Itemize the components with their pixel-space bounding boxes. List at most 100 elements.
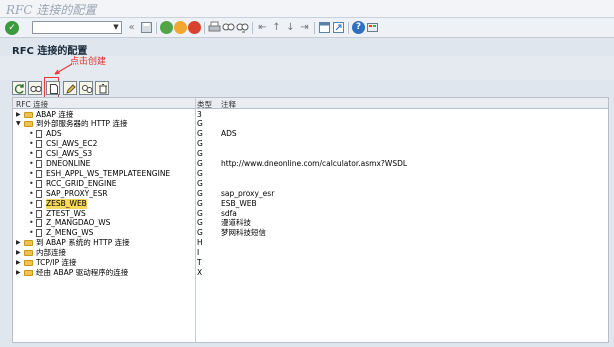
node-comment: 漫道科技: [221, 218, 251, 228]
new-session-icon[interactable]: [318, 21, 331, 34]
tree-folder-node[interactable]: ▶ 内部连接 I: [13, 248, 608, 258]
node-label: Z_MANGDAO_WS: [46, 218, 111, 228]
node-type: H: [197, 238, 203, 248]
node-type: G: [197, 159, 203, 168]
next-page-icon[interactable]: ↓: [284, 21, 297, 34]
node-comment: 梦网科技短信: [221, 228, 266, 238]
expand-right-icon[interactable]: ▶: [16, 248, 21, 258]
shortcut-icon[interactable]: [332, 21, 345, 34]
help-icon[interactable]: ?: [352, 21, 365, 34]
document-icon: [36, 169, 42, 178]
document-icon: [36, 140, 42, 149]
node-label: CSI_AWS_S3: [46, 149, 93, 159]
window-title: RFC 连接的配置: [6, 3, 97, 17]
node-type: G: [197, 119, 203, 129]
command-field[interactable]: ▼: [32, 21, 122, 34]
tree-folder-node[interactable]: ▶ 到 ABAP 系统的 HTTP 连接 H: [13, 238, 608, 248]
column-header-comment[interactable]: 注释: [221, 99, 236, 110]
find-next-icon[interactable]: [236, 21, 249, 34]
expand-right-icon[interactable]: ▶: [16, 258, 21, 268]
tree-folder-node[interactable]: ▼ 到外部服务器的 HTTP 连接 G: [13, 119, 608, 129]
tree-leaf-node[interactable]: • Z_MENG_WS G 梦网科技短信: [13, 228, 608, 238]
tree-leaf-node[interactable]: • ZESB_WEB G ESB_WEB: [13, 198, 608, 209]
node-type: I: [197, 248, 200, 258]
exit-icon[interactable]: [174, 21, 187, 34]
back-icon[interactable]: «: [125, 21, 138, 34]
node-comment: sap_proxy_esr: [221, 188, 275, 198]
document-icon: [36, 229, 42, 238]
chevron-down-icon[interactable]: ▼: [111, 22, 121, 33]
bullet-icon: •: [29, 178, 34, 188]
node-type: G: [197, 218, 203, 228]
tree-folder-node[interactable]: ▶ ABAP 连接 3: [13, 110, 608, 120]
toolbar-divider: [252, 22, 253, 34]
standard-toolbar: ✓ ▼ « ⇤ ↑ ↓ ⇥ ?: [0, 18, 614, 38]
node-comment: sdfa: [221, 208, 237, 218]
column-header-type[interactable]: 类型: [197, 99, 212, 110]
find-icon[interactable]: [222, 21, 235, 34]
tree-leaf-node[interactable]: • ZTEST_WS Gsdfa: [13, 209, 608, 219]
node-type: G: [197, 188, 203, 198]
column-header-rfc-connection[interactable]: RFC 连接: [16, 99, 48, 110]
tree-leaf-node[interactable]: • RCC_GRID_ENGINE G: [13, 179, 608, 189]
ok-icon[interactable]: ✓: [5, 21, 19, 35]
toolbar-divider: [204, 22, 205, 34]
tree-leaf-node[interactable]: • SAP_PROXY_ESR Gsap_proxy_esr: [13, 189, 608, 199]
folder-icon: [24, 111, 33, 118]
bullet-icon: •: [29, 218, 34, 228]
save-icon[interactable]: [140, 21, 153, 34]
node-type: T: [197, 258, 202, 267]
expand-right-icon[interactable]: ▶: [16, 110, 21, 120]
node-type: G: [197, 149, 203, 159]
node-type: G: [197, 208, 203, 218]
node-type: G: [197, 178, 203, 188]
bullet-icon: •: [29, 149, 34, 159]
tree-leaf-node[interactable]: • CSI_AWS_S3 G: [13, 149, 608, 159]
change-icon[interactable]: [63, 81, 77, 95]
tree-leaf-node[interactable]: • CSI_AWS_EC2 G: [13, 139, 608, 149]
tree-leaf-node[interactable]: • Z_MANGDAO_WS G 漫道科技: [13, 218, 608, 228]
folder-icon: [24, 240, 33, 247]
expand-right-icon[interactable]: ▶: [16, 268, 21, 278]
print-icon[interactable]: [208, 21, 221, 34]
node-label: RCC_GRID_ENGINE: [46, 178, 117, 188]
node-label: ABAP 连接: [36, 109, 74, 119]
tree-column-header: RFC 连接 类型 注释: [13, 98, 608, 109]
node-type: G: [197, 129, 203, 139]
expand-right-icon[interactable]: ▶: [16, 238, 21, 248]
tree-leaf-node[interactable]: • DNEONLINE Ghttp://www.dneonline.com/calc…: [13, 159, 608, 169]
document-icon: [36, 209, 42, 218]
folder-icon: [24, 260, 33, 266]
create-icon[interactable]: [46, 81, 60, 95]
annotation-label: 点击创建: [70, 57, 107, 67]
bullet-icon: •: [29, 129, 34, 139]
folder-icon: [24, 269, 33, 276]
expand-down-icon[interactable]: ▼: [16, 119, 21, 129]
tree-folder-node[interactable]: ▶ 经由 ABAP 驱动程序的连接 X: [13, 268, 608, 278]
first-page-icon[interactable]: ⇤: [256, 21, 269, 34]
node-comment: http://www.dneonline.com/calculator.asmx…: [221, 159, 408, 168]
tree-folder-node[interactable]: ▶ TCP/IP 连接 T: [13, 258, 608, 268]
find-icon[interactable]: [28, 81, 42, 95]
bullet-icon: •: [29, 208, 34, 218]
bullet-icon: •: [29, 228, 34, 238]
node-label: ESH_APPL_WS_TEMPLATEENGINE: [46, 168, 171, 178]
folder-icon: [24, 121, 33, 128]
refresh-icon[interactable]: [12, 81, 26, 95]
document-icon: [36, 199, 42, 208]
customize-icon[interactable]: [366, 21, 379, 34]
toolbar-divider: [156, 22, 157, 34]
copy-icon[interactable]: [79, 81, 93, 95]
delete-icon[interactable]: [95, 81, 109, 95]
node-label: ZESB_WEB: [46, 198, 87, 209]
last-page-icon[interactable]: ⇥: [298, 21, 311, 34]
cancel-icon[interactable]: [188, 21, 201, 34]
green-back-icon[interactable]: [160, 21, 173, 34]
document-icon: [36, 130, 42, 139]
folder-icon: [24, 250, 33, 257]
tree-leaf-node[interactable]: • ADS G ADS: [13, 129, 608, 139]
node-label: ZTEST_WS: [46, 208, 86, 218]
window-titlebar: RFC 连接的配置: [0, 0, 614, 18]
prev-page-icon[interactable]: ↑: [270, 21, 283, 34]
tree-leaf-node[interactable]: • ESH_APPL_WS_TEMPLATEENGINE G: [13, 169, 608, 179]
